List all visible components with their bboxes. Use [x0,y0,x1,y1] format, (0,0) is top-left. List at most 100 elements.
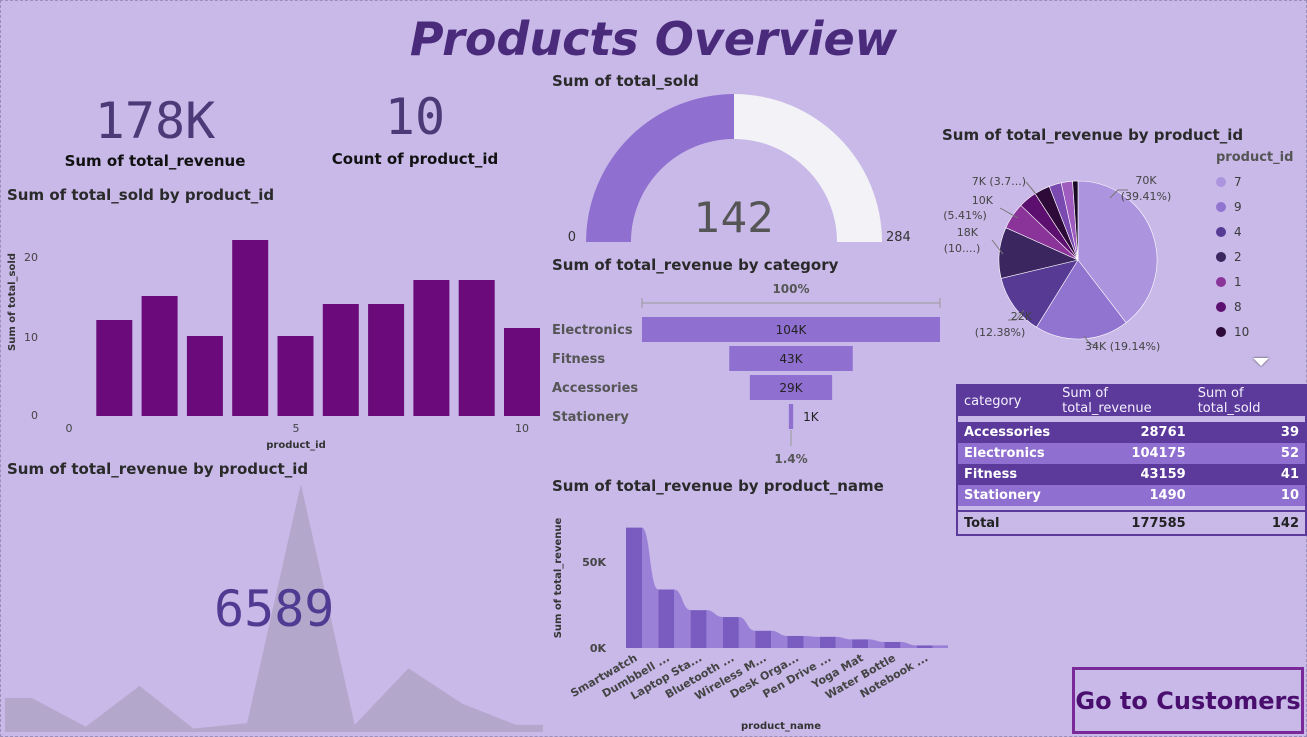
pie-legend-item-8[interactable]: 8 [1216,294,1306,319]
ribbon-bar [755,630,772,648]
pie-legend: product_id 7 9 4 2 1 8 10 [1216,150,1306,344]
pie-chart[interactable]: 70K (39.41%) 34K (19.14%) 22K (12.38%) 1… [940,160,1210,360]
kpi-revenue-card[interactable]: 178K Sum of total_revenue [60,92,250,170]
category-table-wrapper[interactable]: category Sum of total_revenue Sum of tot… [956,384,1307,536]
ribbon-bar [916,645,933,648]
table-total-row[interactable]: Total 177585 142 [958,511,1305,534]
table-cell-sold: 52 [1280,446,1299,461]
pie-legend-label: 2 [1234,249,1242,264]
ribbon-connector [642,527,659,648]
table-header-category[interactable]: category [958,386,1057,416]
ribbon-y-tick: 0K [590,642,607,655]
category-table: category Sum of total_revenue Sum of tot… [958,386,1305,534]
pie-label-4-pct: (12.38%) [975,326,1026,339]
kpi-count-card[interactable]: 10 Count of product_id [320,88,510,168]
funnel-label-stationery: Stationery [552,410,629,425]
table-cell-revenue: 28761 [1140,425,1186,440]
pie-label-2-pct: (10....) [944,242,981,255]
pie-leader-line [1025,181,1037,195]
funnel-label-fitness: Fitness [552,352,605,367]
bar-x-tick: 10 [515,422,529,435]
pie-title: Sum of total_revenue by product_id [942,126,1244,144]
ribbon-connector [674,589,691,648]
legend-dot-icon [1216,226,1226,237]
gauge-min: 0 [568,230,576,245]
funnel-title: Sum of total_revenue by category [552,256,839,274]
table-header-row: category Sum of total_revenue Sum of tot… [958,386,1305,416]
pie-label-2: 18K [957,226,979,239]
bar-x-axis-label: product_id [266,440,326,451]
bar-y-tick: 0 [31,409,38,422]
table-row[interactable]: Stationery 1490 10 [958,485,1305,506]
table-cell-revenue: 1490 [1149,488,1186,503]
gauge-chart[interactable]: 142 0 284 [560,88,910,253]
funnel-value-accessories: 29K [779,381,803,395]
table-total-sold: 142 [1271,515,1299,531]
pie-legend-item-2[interactable]: 2 [1216,244,1306,269]
ribbon-connector [706,610,723,648]
legend-dot-icon [1216,251,1226,262]
area-card-title: Sum of total_revenue by product_id [7,460,309,478]
bar-chart[interactable]: Sum of total_sold 0 10 20 0 5 10 product… [0,210,545,455]
bar-product-7 [368,304,405,416]
funnel-chart[interactable]: 100% 1.4% Electronics 104K Fitness 43K Acces… [550,278,945,468]
bar-product-5 [277,336,314,416]
ribbon-title: Sum of total_revenue by product_name [552,477,884,495]
table-row[interactable]: Fitness 43159 41 [958,464,1305,485]
ribbon-connector [932,645,948,648]
table-row[interactable]: Electronics 104175 52 [958,443,1305,464]
bar-product-9 [458,280,495,416]
ribbon-x-axis-label: product_name [741,721,821,732]
ribbon-connector [771,630,788,648]
ribbon-bar [819,636,836,648]
table-cell-revenue: 43159 [1140,467,1186,482]
go-to-customers-button[interactable]: Go to Customers [1072,667,1304,734]
kpi-revenue-label: Sum of total_revenue [64,152,246,170]
funnel-top-pct: 100% [772,282,809,296]
bar-product-6 [322,304,359,416]
ribbon-bar [690,610,707,648]
table-cell-category: Electronics [964,446,1045,461]
table-cell-revenue: 104175 [1131,446,1186,461]
bar-x-tick: 0 [66,422,73,435]
table-header-revenue[interactable]: Sum of total_revenue [1056,386,1192,416]
legend-dot-icon [1216,276,1226,287]
legend-dot-icon [1216,176,1226,187]
table-total-label: Total [964,515,1000,531]
pie-legend-label: 10 [1234,324,1250,339]
ribbon-bar [626,527,642,648]
legend-dot-icon [1216,201,1226,212]
pie-legend-label: 4 [1234,224,1242,239]
pie-legend-item-4[interactable]: 4 [1216,219,1306,244]
pie-legend-item-1[interactable]: 1 [1216,269,1306,294]
funnel-value-fitness: 43K [779,352,803,366]
pie-legend-item-9[interactable]: 9 [1216,194,1306,219]
table-cell-category: Accessories [964,425,1051,440]
funnel-label-accessories: Accessories [552,381,638,396]
bar-y-tick: 10 [24,331,38,344]
pie-label-7-pct: (39.41%) [1121,190,1172,203]
kpi-count-value: 10 [384,88,446,146]
table-row[interactable]: Accessories 28761 39 [958,422,1305,443]
pie-label-9: 34K (19.14%) [1085,340,1160,353]
ribbon-connector [738,617,756,648]
pie-legend-item-10[interactable]: 10 [1216,319,1306,344]
legend-dot-icon [1216,326,1226,337]
kpi-revenue-value: 178K [94,92,216,150]
bar-product-4 [232,240,269,416]
ribbon-bar [787,635,804,648]
area-card-value: 6589 [214,580,335,638]
legend-scroll-down-icon[interactable] [1253,358,1269,366]
ribbon-bar [884,641,901,648]
funnel-bar-stationery [788,404,794,429]
table-cell-category: Fitness [964,467,1018,482]
pie-legend-item-7[interactable]: 7 [1216,169,1306,194]
ribbon-connector [900,641,917,648]
ribbon-chart[interactable]: Sum of total_revenue 0K 50K product_name… [548,500,948,735]
pie-legend-label: 1 [1234,274,1242,289]
kpi-count-label: Count of product_id [331,150,499,168]
table-header-sold[interactable]: Sum of total_sold [1191,386,1305,416]
pie-label-1-pct: (5.41%) [943,209,987,222]
pie-legend-label: 9 [1234,199,1242,214]
pie-label-1: 10K [972,194,994,207]
